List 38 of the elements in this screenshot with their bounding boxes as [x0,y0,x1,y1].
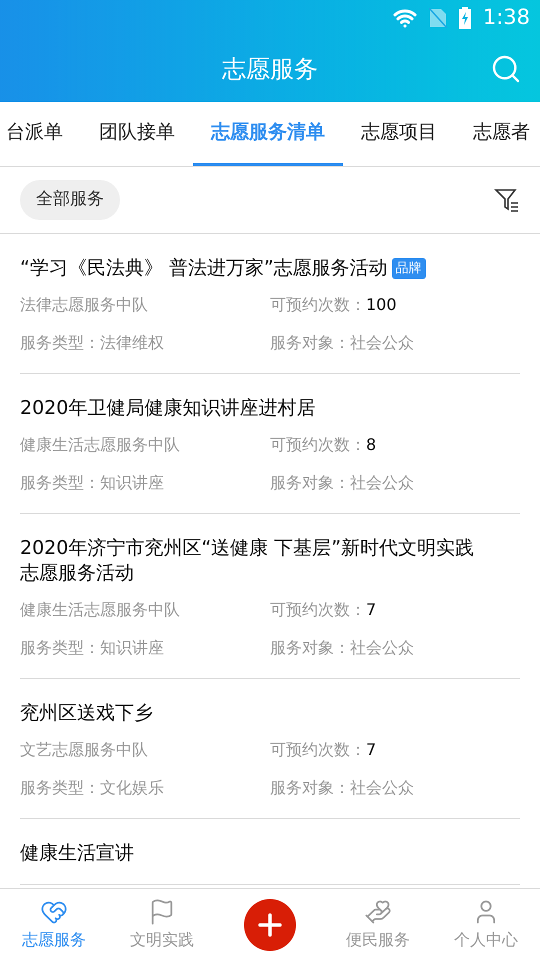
battery-icon [458,7,471,29]
tab[interactable]: 团队接单 [81,102,193,166]
team-name: 健康生活志愿服务中队 [20,434,181,456]
team-name: 健康生活志愿服务中队 [20,599,181,621]
count-value: 100 [366,294,397,316]
count-label: 可预约次数： [270,599,366,621]
tab[interactable]: 志愿项目 [343,102,455,166]
service-type: 服务类型：法律维权 [20,332,165,354]
count-value: 8 [366,434,376,456]
brand-badge: 品牌 [392,258,426,280]
hand-heart-icon [364,898,392,926]
service-target: 服务对象：社会公众 [270,777,415,799]
tab[interactable]: 台派单 [0,102,81,166]
no-sim-icon [428,8,447,28]
count-value: 7 [366,599,376,621]
service-title[interactable]: 健康生活宣讲 [20,841,134,866]
service-title[interactable]: 2020年济宁市兖州区“送健康 下基层”新时代文明实践志愿服务活动 [20,536,475,586]
service-title[interactable]: “学习《民法典》 普法进万家”志愿服务活动 [20,256,388,281]
count-label: 可预约次数： [270,294,366,316]
count-label: 可预约次数： [270,739,366,761]
service-type: 服务类型：知识讲座 [20,472,165,494]
count-label: 可预约次数： [270,434,366,456]
filter-chip[interactable]: 全部服务 [20,180,120,220]
service-target: 服务对象：社会公众 [270,332,415,354]
service-type: 服务类型：知识讲座 [20,637,165,659]
service-type: 服务类型：文化娱乐 [20,777,165,799]
service-title[interactable]: 2020年卫健局健康知识讲座进村居 [20,396,316,421]
window-title: 志愿服务 [222,54,318,85]
filter-icon[interactable] [494,187,520,213]
count-value: 7 [366,739,376,761]
tab[interactable]: 志愿者 [455,102,540,166]
add-button[interactable] [244,898,296,950]
status-time: 1:38 [482,4,530,32]
team-name: 文艺志愿服务中队 [20,739,149,761]
service-target: 服务对象：社会公众 [270,472,415,494]
team-name: 法律志愿服务中队 [20,294,149,316]
service-title[interactable]: 兖州区送戏下乡 [20,701,153,726]
service-target: 服务对象：社会公众 [270,637,415,659]
